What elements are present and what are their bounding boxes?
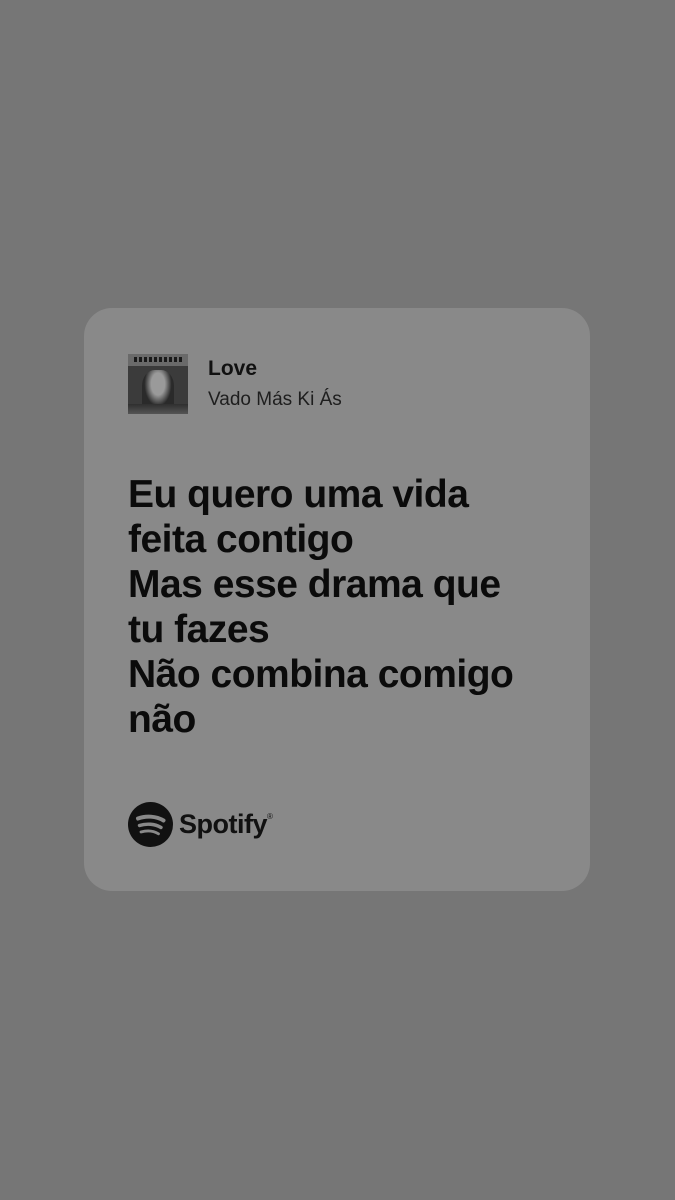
lyrics-share-card: Love Vado Más Ki Ás Eu quero uma vida fe… [84, 308, 590, 891]
lyric-line: feita contigo [128, 518, 354, 561]
track-meta: Love Vado Más Ki Ás [208, 356, 342, 412]
lyric-line: Não combina comigo [128, 653, 514, 696]
lyrics-block: Eu quero uma vida feita contigo Mas esse… [128, 472, 568, 742]
lyric-line: Eu quero uma vida [128, 473, 469, 516]
album-art [128, 354, 188, 414]
spotify-wordmark: Spotify® [179, 809, 273, 839]
track-header: Love Vado Más Ki Ás [128, 354, 342, 414]
lyric-line: não [128, 698, 196, 741]
lyric-line: Mas esse drama que [128, 563, 501, 606]
spotify-logo-icon [128, 802, 173, 847]
track-artist: Vado Más Ki Ás [208, 389, 342, 410]
lyric-line: tu fazes [128, 608, 270, 651]
track-title: Love [208, 357, 258, 380]
spotify-brand: Spotify® [128, 802, 273, 847]
